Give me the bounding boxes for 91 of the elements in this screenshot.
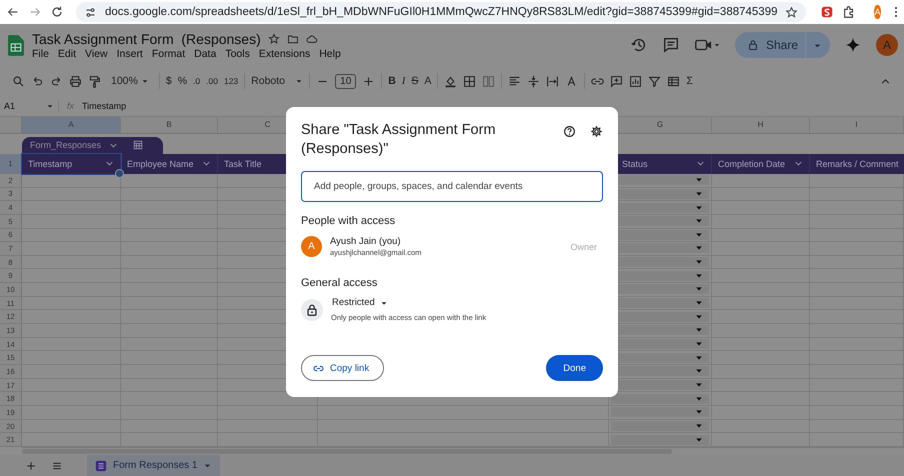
merge-cells-icon[interactable] xyxy=(482,74,496,88)
settings-icon[interactable] xyxy=(590,125,603,138)
menu-item[interactable]: Tools xyxy=(225,48,250,60)
fx-label: fx xyxy=(67,101,74,111)
column-header[interactable]: A xyxy=(22,117,121,133)
table-header-cell[interactable]: Employee Name xyxy=(121,154,218,174)
menu-item[interactable]: Edit xyxy=(58,48,76,60)
filter-icon[interactable] xyxy=(648,74,662,88)
italic-button[interactable]: I xyxy=(402,76,406,86)
table-icon[interactable] xyxy=(132,139,144,152)
undo-icon[interactable] xyxy=(31,74,44,88)
selection-handle[interactable] xyxy=(115,168,124,178)
font-size-field[interactable]: 10 xyxy=(335,74,356,88)
chevron-down-icon[interactable] xyxy=(696,159,705,168)
chevron-down-icon[interactable] xyxy=(202,159,211,168)
done-button[interactable]: Done xyxy=(546,355,603,381)
print-icon[interactable] xyxy=(69,74,82,88)
name-box[interactable]: A1 xyxy=(0,101,59,111)
cloud-icon[interactable] xyxy=(306,32,318,44)
currency-format-button[interactable]: $ xyxy=(166,75,172,87)
text-wrap-icon[interactable] xyxy=(546,74,560,88)
extension-icon[interactable] xyxy=(820,5,834,19)
menu-item[interactable]: View xyxy=(85,48,108,60)
person-avatar: A xyxy=(301,236,322,257)
menu-item[interactable]: Help xyxy=(319,48,341,60)
person-role: Owner xyxy=(570,242,597,252)
menu-item[interactable]: Data xyxy=(194,48,216,60)
comment-icon[interactable] xyxy=(662,36,680,54)
font-dropdown[interactable]: Roboto xyxy=(251,75,304,87)
form-icon xyxy=(95,460,107,472)
table-header-cell[interactable]: Completion Date xyxy=(712,154,810,174)
lock-icon xyxy=(301,298,323,320)
vertical-align-icon[interactable] xyxy=(527,74,540,88)
sheets-logo-icon[interactable] xyxy=(8,34,24,56)
access-dropdown[interactable]: Restricted xyxy=(332,297,388,308)
copy-link-button[interactable]: Copy link xyxy=(301,355,384,381)
profile-avatar[interactable]: A xyxy=(874,5,880,19)
chevron-down-icon[interactable] xyxy=(794,159,803,168)
star-icon[interactable] xyxy=(785,6,798,18)
column-header[interactable]: I xyxy=(810,117,904,133)
borders-icon[interactable] xyxy=(463,74,476,88)
table-icon[interactable] xyxy=(667,74,680,88)
url-text: docs.google.com/spreadsheets/d/1eSl_frl_bH_MDbWNFuGIl0H1MMmQwcZ7HNQy8RS83LM/edit?gid=388745399#gid=388745399 xyxy=(105,6,778,18)
reload-icon[interactable] xyxy=(50,5,64,19)
address-bar[interactable]: docs.google.com/spreadsheets/d/1eSl_frl_bH_MDbWNFuGIl0H1MMmQwcZ7HNQy8RS83LM/edit?gid=388745399#gid=388745399 xyxy=(76,2,806,22)
sheet-tab[interactable]: Form Responses 1 xyxy=(87,455,220,476)
menu-item[interactable]: File xyxy=(32,48,49,60)
menu-item[interactable]: Format xyxy=(152,48,186,60)
number-format-button[interactable]: 123 xyxy=(224,76,238,86)
strikethrough-button[interactable]: S xyxy=(411,75,418,87)
search-icon[interactable] xyxy=(12,74,25,88)
document-title[interactable]: Task Assignment Form (Responses) xyxy=(32,30,261,46)
folder-icon[interactable] xyxy=(286,32,299,44)
section-heading: General access xyxy=(301,277,378,289)
column-header[interactable]: B xyxy=(121,117,218,133)
table-name-tab[interactable]: Form_Responses xyxy=(22,136,163,154)
increase-decimals-button[interactable]: .00 xyxy=(206,76,218,86)
chart-icon[interactable] xyxy=(629,74,642,88)
caret-icon xyxy=(46,102,54,110)
functions-button[interactable]: Σ xyxy=(686,75,693,87)
back-icon[interactable] xyxy=(6,5,20,19)
caret-icon xyxy=(140,77,149,85)
site-settings-icon[interactable] xyxy=(84,6,97,18)
section-heading: People with access xyxy=(301,215,396,227)
plus-icon[interactable] xyxy=(362,74,376,88)
bold-button[interactable]: B xyxy=(388,75,396,87)
person-name: Ayush Jain (you) xyxy=(330,236,402,247)
lock-icon xyxy=(746,39,759,51)
menu-item[interactable]: Insert xyxy=(116,48,143,60)
menu-item[interactable]: Extensions xyxy=(258,48,310,60)
align-icon[interactable] xyxy=(508,74,522,88)
share-button[interactable]: Share xyxy=(734,32,830,58)
formula-input[interactable]: Timestamp xyxy=(82,101,126,111)
text-color-button[interactable]: A xyxy=(424,75,432,87)
history-icon[interactable] xyxy=(630,36,648,54)
table-header-cell[interactable]: Timestamp xyxy=(22,154,121,174)
add-comment-icon[interactable] xyxy=(610,74,624,88)
zoom-dropdown[interactable]: 100% xyxy=(107,75,153,87)
redo-icon[interactable] xyxy=(50,74,63,88)
fill-color-icon[interactable] xyxy=(444,74,458,88)
caret-icon xyxy=(295,77,304,85)
column-header[interactable]: H xyxy=(712,117,810,133)
table-header-cell[interactable]: Remarks / Comment xyxy=(810,154,904,174)
add-sheet-icon[interactable] xyxy=(25,460,37,472)
paint-format-icon[interactable] xyxy=(88,74,101,88)
sparkle-icon[interactable] xyxy=(844,36,862,54)
decrease-decimals-button[interactable]: .0 xyxy=(193,76,200,86)
star-icon[interactable] xyxy=(268,32,280,44)
help-icon[interactable] xyxy=(563,125,576,138)
percent-format-button[interactable]: % xyxy=(178,75,188,87)
add-people-field[interactable]: Add people, groups, spaces, and calendar events xyxy=(301,171,603,202)
